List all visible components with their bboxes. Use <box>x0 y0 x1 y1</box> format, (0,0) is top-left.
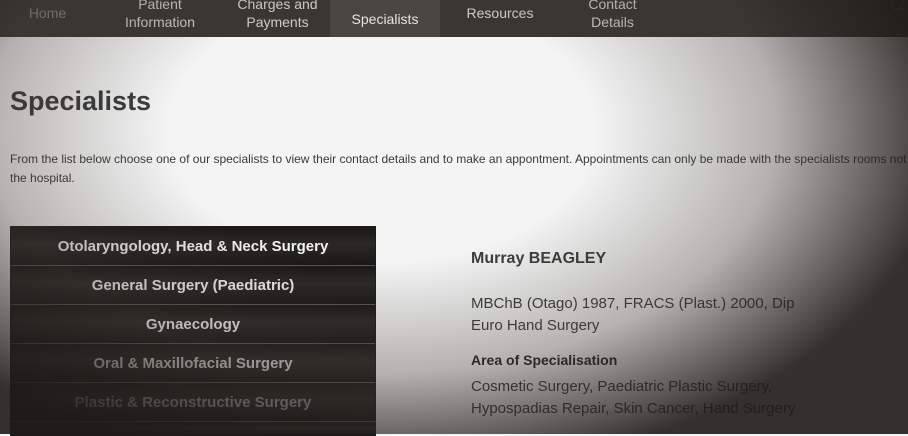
top-navigation: Home Patient Information Charges and Pay… <box>0 0 908 37</box>
area-of-specialisation-heading: Area of Specialisation <box>471 352 618 368</box>
specialty-item-plastic-reconstructive[interactable]: Plastic & Reconstructive Surgery <box>11 383 375 422</box>
specialist-name: Murray BEAGLEY <box>471 250 607 267</box>
specialist-detail: Murray BEAGLEY MBChB (Otago) 1987, FRACS… <box>471 250 801 420</box>
nav-contact-details[interactable]: Contact Details <box>560 0 665 31</box>
specialty-item-gynaecology[interactable]: Gynaecology <box>11 305 375 344</box>
specialty-item-general-surgery-paediatric[interactable]: General Surgery (Paediatric) <box>11 266 375 305</box>
specialty-list: Otolaryngology, Head & Neck Surgery Gene… <box>10 226 376 436</box>
nav-resources[interactable]: Resources <box>440 0 560 31</box>
nav-home[interactable]: Home <box>0 0 95 31</box>
search-icon[interactable] <box>890 0 906 14</box>
specialty-item-oral-maxillofacial[interactable]: Oral & Maxillofacial Surgery <box>11 344 375 383</box>
intro-text: From the list below choose one of our sp… <box>10 152 907 185</box>
nav-specialists[interactable]: Specialists <box>330 0 440 37</box>
specialty-item-otolaryngology[interactable]: Otolaryngology, Head & Neck Surgery <box>11 227 375 266</box>
nav-charges-and-payments[interactable]: Charges and Payments <box>225 0 330 31</box>
page-title: Specialists <box>10 86 152 116</box>
area-of-specialisation-text: Cosmetic Surgery, Paediatric Plastic Sur… <box>471 378 796 417</box>
specialist-qualifications: MBChB (Otago) 1987, FRACS (Plast.) 2000,… <box>471 295 795 334</box>
nav-patient-information[interactable]: Patient Information <box>95 0 225 31</box>
